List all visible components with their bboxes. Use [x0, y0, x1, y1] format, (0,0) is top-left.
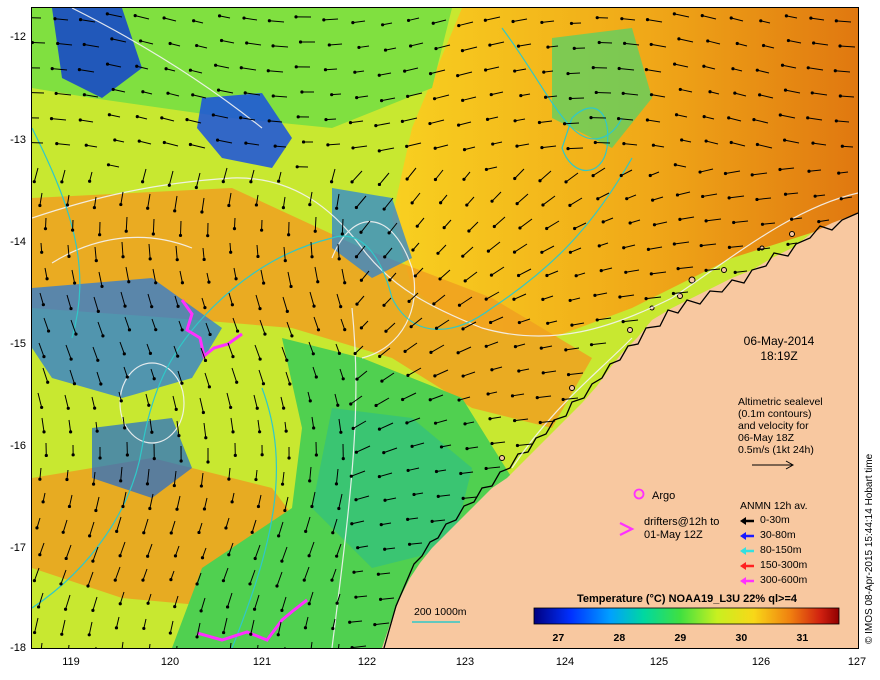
anmn-item: 300-600m: [760, 574, 808, 586]
isobath-label: 200 1000m: [414, 606, 467, 618]
altimetry-line: 06-May 18Z: [738, 432, 795, 444]
drifter-line: 01-May 12Z: [644, 529, 703, 541]
date-line: 06-May-2014: [743, 334, 815, 348]
anmn-item: 80-150m: [760, 544, 802, 556]
anmn-item: 30-80m: [760, 529, 796, 541]
lon-tick-label: 120: [160, 656, 180, 668]
colorbar-tick-label: 29: [674, 632, 687, 644]
anmn-item: 0-30m: [760, 514, 790, 526]
axes-frame: [31, 7, 859, 649]
lon-tick-label: 125: [649, 656, 669, 668]
colorbar-tick-label: 30: [735, 632, 748, 644]
lat-tick-label: -13: [10, 134, 26, 146]
anmn-item: 150-300m: [760, 559, 808, 571]
argo-label: Argo: [652, 490, 676, 502]
drifter-line: drifters@12h to: [644, 516, 720, 528]
lat-tick-label: -14: [10, 236, 26, 248]
lon-tick-label: 122: [357, 656, 377, 668]
lon-tick-label: 127: [847, 656, 867, 668]
lon-tick-label: 119: [62, 656, 80, 668]
colorbar-tick-label: 31: [796, 632, 809, 644]
credit-text: © IMOS 08-Apr-2015 15:44:14 Hobart time: [864, 453, 875, 644]
lat-tick-label: -17: [10, 542, 26, 554]
lon-tick-label: 126: [751, 656, 771, 668]
lat-tick-label: -12: [10, 31, 26, 43]
lon-tick-label: 121: [252, 656, 272, 668]
drifter-label: drifters@12h to 01-May 12Z: [644, 516, 719, 542]
altimetry-line: (0.1m contours): [738, 408, 812, 420]
altimetry-line: Altimetric sealevel: [738, 396, 823, 408]
date-stamp: 06-May-2014 18:19Z: [724, 334, 834, 364]
colorbar-tick-label: 28: [613, 632, 626, 644]
lat-tick-label: -16: [10, 440, 26, 452]
anmn-title: ANMN 12h av.: [740, 500, 808, 512]
colorbar-title: Temperature (°C) NOAA19_L3U 22% ql>=4: [577, 593, 797, 605]
lat-tick-label: -18: [10, 642, 26, 654]
lat-tick-label: -15: [10, 338, 26, 350]
lon-tick-label: 123: [455, 656, 475, 668]
colorbar-tick-label: 27: [552, 632, 565, 644]
time-line: 18:19Z: [760, 349, 798, 363]
altimetry-note: Altimetric sealevel (0.1m contours) and …: [738, 396, 823, 456]
altimetry-line: 0.5m/s (1kt 24h): [738, 444, 814, 456]
lon-tick-label: 124: [555, 656, 575, 668]
altimetry-line: and velocity for: [738, 420, 809, 432]
